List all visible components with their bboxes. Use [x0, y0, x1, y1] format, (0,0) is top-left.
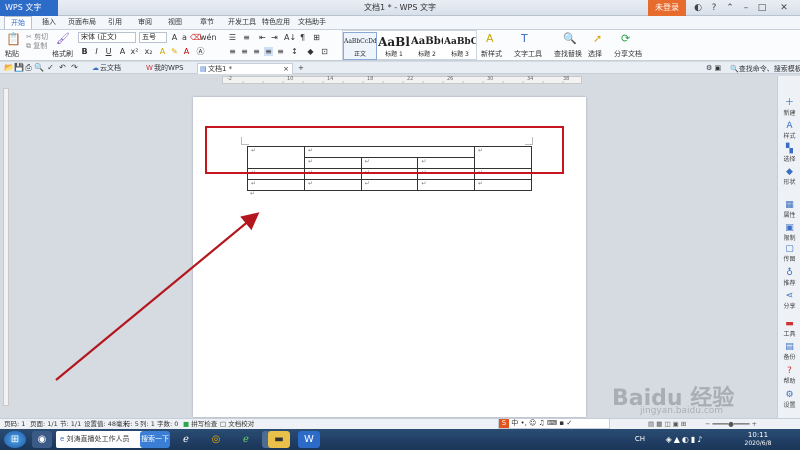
panel-shapes[interactable]: ◆ 形状 — [778, 167, 800, 186]
ime-icons: 中 •, ☺ ♫ ⌨ ▪ ✓ — [511, 419, 573, 427]
shapes-icon: ◆ — [786, 167, 793, 177]
toolbox-icon: ▬ — [785, 319, 794, 329]
status-row: 行: 5 — [124, 420, 139, 428]
image-icon: ▢ — [785, 244, 794, 254]
share-panel-icon: ⋖ — [785, 291, 794, 301]
bulb-icon: ♁ — [786, 268, 793, 278]
status-col: 列: 1 — [140, 420, 155, 428]
search-button[interactable]: 搜索一下 — [140, 431, 170, 448]
lock-icon: ▣ — [785, 223, 794, 233]
backup-icon: ▤ — [785, 342, 794, 352]
box-icon: □ — [220, 420, 227, 428]
status-pages: 页面: 1/1 — [30, 420, 58, 428]
panel-recommend[interactable]: ♁ 推荐 — [778, 268, 800, 287]
sogou-icon: S — [499, 419, 509, 428]
panel-share[interactable]: ⋖ 分享 — [778, 291, 800, 310]
panel-properties[interactable]: ▦ 属性 — [778, 200, 800, 219]
red-arrow — [55, 212, 260, 381]
new-icon: ＋ — [784, 98, 794, 108]
taskbar-chrome-icon[interactable]: ◎ — [206, 431, 226, 448]
ie-icon: e — [60, 435, 65, 443]
panel-tools[interactable]: ▬ 工具 — [778, 319, 800, 338]
status-setting: 设置值: 48毫米 — [84, 420, 130, 428]
status-words: 字数: 0 — [157, 420, 179, 428]
proofread-toggle[interactable]: □ 文档校对 — [220, 419, 254, 429]
panel-new[interactable]: ＋新建 — [778, 98, 800, 117]
right-task-pane: ＋新建 A 样式 ▚ 选择 ◆ 形状 ▦ 属性 ▣ 限制 ▢ 传图 ♁ 推荐 ⋖ 分享 ▬ 工具 … — [777, 76, 800, 418]
clock-date: 2020/6/8 — [744, 440, 772, 447]
taskbar-icon-orb[interactable]: ◉ — [32, 431, 52, 448]
panel-restrict[interactable]: ▣ 限制 — [778, 223, 800, 242]
spell-check-toggle[interactable]: ■ 拼写检查 — [183, 419, 217, 429]
zoom-slider[interactable]: − ━━━━●━━━━ + — [705, 419, 757, 429]
taskbar-ie-icon[interactable]: ℯ — [176, 431, 196, 448]
status-page-number: 页码: 1 — [4, 420, 26, 428]
ime-toolbar[interactable]: S 中 •, ☺ ♫ ⌨ ▪ ✓ — [498, 418, 610, 429]
panel-backup[interactable]: ▤ 备份 — [778, 342, 800, 361]
help-circle-icon: ? — [787, 366, 792, 376]
panel-styles[interactable]: A 样式 — [778, 121, 800, 140]
panel-upload-image[interactable]: ▢ 传图 — [778, 244, 800, 263]
windows-taskbar: ⊞ ◉ e 刘涛直播处工作人员 搜索一下 ℯ ◎ ℯ ▶ ▬ W CH ◈▲◐▮… — [0, 429, 800, 450]
panel-help[interactable]: ? 帮助 — [778, 366, 800, 385]
styles-icon: A — [786, 121, 793, 131]
select-icon: ▚ — [786, 144, 793, 154]
tray-icons[interactable]: ◈▲◐▮♪ — [650, 431, 720, 448]
status-section: 节: 1/1 — [60, 420, 82, 428]
panel-settings[interactable]: ⚙ 设置 — [778, 390, 800, 409]
taskbar-explorer-icon[interactable]: ▬ — [268, 431, 290, 448]
taskbar-browser-icon[interactable]: ℯ — [236, 431, 256, 448]
check-icon: ■ — [183, 420, 190, 428]
baidu-watermark-url: jingyan.baidu.com — [640, 406, 724, 416]
lang-indicator[interactable]: CH — [633, 431, 647, 448]
panel-select[interactable]: ▚ 选择 — [778, 144, 800, 163]
start-button[interactable]: ⊞ — [4, 431, 26, 448]
properties-icon: ▦ — [785, 200, 794, 210]
taskbar-wps-icon[interactable]: W — [298, 431, 320, 448]
gear-icon: ⚙ — [785, 390, 794, 400]
status-bar: 页码: 1 页面: 1/1 节: 1/1 设置值: 48毫米 行: 5 列: 1… — [0, 418, 800, 429]
view-mode-icons[interactable]: ▤ ▦ ◫ ▣ ⊞ — [648, 419, 686, 429]
